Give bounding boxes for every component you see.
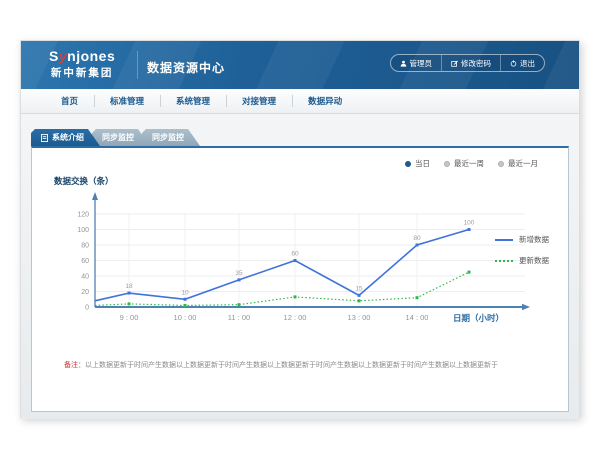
footnote: 备注：以上数据更新于时间产生数据以上数据更新于时间产生数据以上数据更新于时间产生… xyxy=(64,360,538,370)
svg-text:120: 120 xyxy=(77,212,89,219)
edit-icon xyxy=(451,60,458,67)
tab-strip: 系统介绍 同步监控 同步监控 xyxy=(31,129,579,146)
svg-text:20: 20 xyxy=(81,289,89,296)
svg-text:100: 100 xyxy=(77,227,89,234)
change-password-button[interactable]: 修改密码 xyxy=(441,55,500,71)
page-title: 数据资源中心 xyxy=(147,59,225,76)
tab-label: 同步监控 xyxy=(152,132,184,143)
legend-label: 更新数据 xyxy=(519,255,549,266)
svg-text:40: 40 xyxy=(81,274,89,281)
brand-logo-chinese: 新中新集团 xyxy=(49,65,115,80)
svg-text:数据交换（条）: 数据交换（条） xyxy=(54,176,114,186)
time-range-filter: 当日 最近一周 最近一月 xyxy=(405,158,538,169)
solid-line-icon xyxy=(495,239,513,241)
nav-item-standards[interactable]: 标准管理 xyxy=(94,89,160,113)
svg-text:14 : 00: 14 : 00 xyxy=(406,313,429,322)
content-panel: 当日 最近一周 最近一月 0 20 40 60 80 100 120 9 : 00 10 : 0… xyxy=(31,146,569,412)
svg-text:35: 35 xyxy=(235,270,243,277)
nav-item-interface[interactable]: 对接管理 xyxy=(226,89,292,113)
svg-text:10 : 00: 10 : 00 xyxy=(174,313,197,322)
footnote-text: 以上数据更新于时间产生数据以上数据更新于时间产生数据以上数据更新于时间产生数据以… xyxy=(85,362,498,369)
power-icon xyxy=(510,60,517,67)
main-nav: 首页 标准管理 系统管理 对接管理 数据异动 xyxy=(21,89,579,114)
nav-item-home[interactable]: 首页 xyxy=(45,89,94,113)
user-icon xyxy=(400,60,407,67)
svg-text:18: 18 xyxy=(125,283,133,290)
user-actions: 管理员 修改密码 退出 xyxy=(390,54,546,72)
legend-label: 新增数据 xyxy=(519,234,549,245)
svg-text:12 : 00: 12 : 00 xyxy=(284,313,307,322)
legend-item-new-data: 新增数据 xyxy=(495,234,549,245)
svg-text:60: 60 xyxy=(81,258,89,265)
nav-item-changes[interactable]: 数据异动 xyxy=(292,89,358,113)
logo-text-s: S xyxy=(49,48,59,64)
app-window: Synjones 新中新集团 数据资源中心 管理员 修改密码 xyxy=(20,40,580,418)
admin-user-button[interactable]: 管理员 xyxy=(391,55,442,71)
brand-logo: Synjones 新中新集团 xyxy=(49,48,115,80)
svg-text:11 : 00: 11 : 00 xyxy=(228,313,250,322)
footnote-prefix: 备注： xyxy=(64,362,85,369)
chart-legend: 新增数据 更新数据 xyxy=(495,234,549,276)
filter-label: 最近一月 xyxy=(508,158,538,169)
radio-unselected-icon xyxy=(444,161,450,167)
svg-text:80: 80 xyxy=(413,235,421,242)
radio-selected-icon xyxy=(405,161,411,167)
svg-text:9 : 00: 9 : 00 xyxy=(120,313,139,322)
svg-text:15: 15 xyxy=(355,285,363,292)
tab-sync-monitor-2[interactable]: 同步监控 xyxy=(142,129,200,146)
document-icon xyxy=(41,134,48,142)
admin-user-label: 管理员 xyxy=(410,58,433,69)
svg-text:60: 60 xyxy=(291,251,299,258)
svg-text:0: 0 xyxy=(85,305,89,312)
brand-divider xyxy=(137,51,138,79)
tab-sync-monitor-1[interactable]: 同步监控 xyxy=(92,129,150,146)
line-chart: 0 20 40 60 80 100 120 9 : 00 10 : 00 11 : 00 12 : … xyxy=(52,170,572,328)
brand-logo-wordmark: Synjones xyxy=(49,48,115,64)
svg-text:10: 10 xyxy=(181,289,189,296)
svg-text:13 : 00: 13 : 00 xyxy=(348,313,371,322)
svg-text:100: 100 xyxy=(464,220,475,227)
svg-text:日期（小时）: 日期（小时） xyxy=(453,313,504,323)
tab-system-intro[interactable]: 系统介绍 xyxy=(31,129,100,146)
logo-red-y: y xyxy=(59,48,67,64)
tab-label: 同步监控 xyxy=(102,132,134,143)
nav-item-system[interactable]: 系统管理 xyxy=(160,89,226,113)
legend-item-updated-data: 更新数据 xyxy=(495,255,549,266)
logout-label: 退出 xyxy=(520,58,535,69)
logout-button[interactable]: 退出 xyxy=(500,55,544,71)
filter-today[interactable]: 当日 xyxy=(405,158,430,169)
svg-text:80: 80 xyxy=(81,243,89,250)
filter-last-week[interactable]: 最近一周 xyxy=(444,158,484,169)
logo-text-rest: njones xyxy=(67,48,115,64)
app-header: Synjones 新中新集团 数据资源中心 管理员 修改密码 xyxy=(21,41,579,89)
tab-label: 系统介绍 xyxy=(52,132,84,143)
filter-label: 当日 xyxy=(415,158,430,169)
filter-last-month[interactable]: 最近一月 xyxy=(498,158,538,169)
filter-label: 最近一周 xyxy=(454,158,484,169)
radio-unselected-icon xyxy=(498,161,504,167)
workspace: 系统介绍 同步监控 同步监控 当日 最近一周 xyxy=(21,114,579,419)
dotted-line-icon xyxy=(495,260,513,262)
change-password-label: 修改密码 xyxy=(461,58,491,69)
